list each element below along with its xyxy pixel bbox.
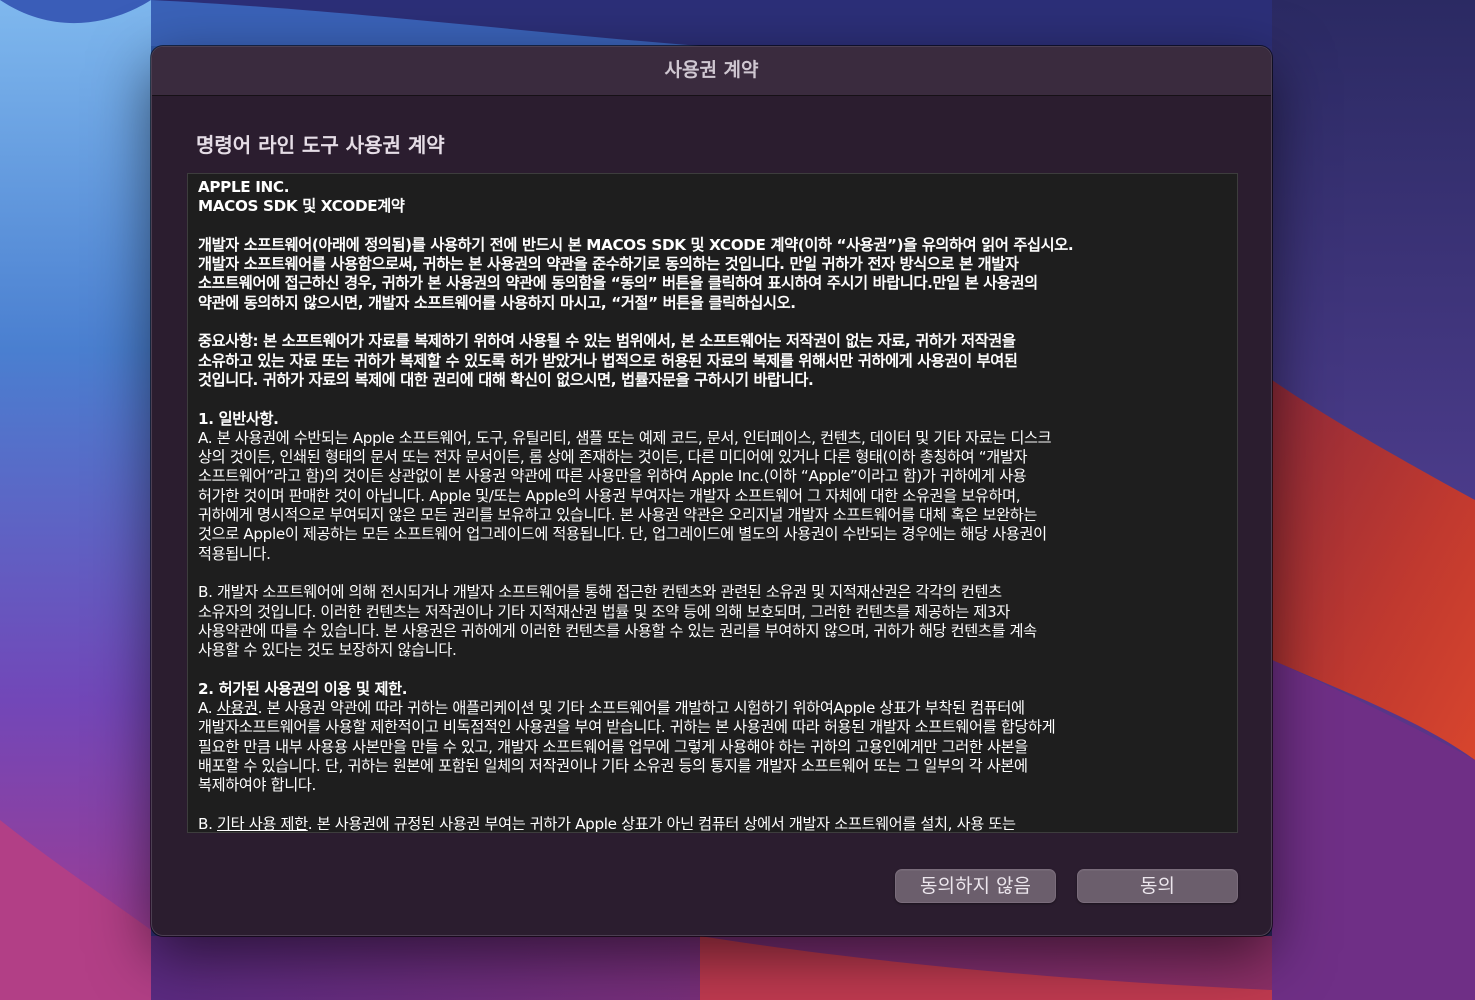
agreement-blank-line [198,217,1231,236]
agreement-line: 개발자소프트웨어를 사용할 제한적이고 비독점적인 사용권을 부여 받습니다. … [198,718,1056,737]
agreement-line: B. 개발자 소프트웨어에 의해 전시되거나 개발자 소프트웨어를 통해 접근한… [198,583,1002,602]
agreement-line: 상의 것이든, 인쇄된 형태의 문서 또는 전자 문서이든, 롬 상에 존재하는… [198,448,1028,467]
agreement-line: 소프트웨어”라고 함)의 것이든 상관없이 본 사용권 약관에 따른 사용만을 … [198,467,1027,486]
agreement-line: 복제하여야 합니다. [198,776,316,795]
agreement-blank-line [198,564,1231,583]
agreement-line-text: . 본 사용권에 규정된 사용권 부여는 귀하가 Apple 상표가 아닌 컴퓨… [307,814,1016,833]
license-agreement-window: 사용권 계약 명령어 라인 도구 사용권 계약 APPLE INC. MACOS … [151,46,1272,936]
agree-button[interactable]: 동의 [1077,869,1238,903]
agreement-blank-line [198,796,1231,815]
agreement-line: 것으로 Apple이 제공하는 모든 소프트웨어 업그레이드에 적용됩니다. 단… [198,525,1047,544]
agreement-section-title: 사용권 [216,699,258,718]
agreement-text-scrollview[interactable]: APPLE INC. MACOS SDK 및 XCODE계약개발자 소프트웨어(아… [187,173,1238,833]
agreement-line: 필요한 만큼 내부 사용용 사본만을 만들 수 있고, 개발자 소프트웨어를 업… [198,737,1028,756]
agreement-line: 허가한 것이며 판매한 것이 아닙니다. Apple 및/또는 Apple의 사… [198,486,1021,505]
scrollbar[interactable] [1228,180,1234,300]
agreement-line: 것입니다. 귀하가 자료의 복제에 대한 권리에 대해 확신이 없으시면, 법률… [198,370,814,389]
agreement-line: 약관에 동의하지 않으시면, 개발자 소프트웨어를 사용하지 마시고, “거절”… [198,293,796,312]
agreement-line: 2. 허가된 사용권의 이용 및 제한. [198,679,408,698]
agreement-line: 적용됩니다. [198,544,271,563]
agreement-line: 귀하에게 명시적으로 부여되지 않은 모든 권리를 보유하고 있습니다. 본 사… [198,506,1037,525]
agreement-line: A. 본 사용권에 수반되는 Apple 소프트웨어, 도구, 유틸리티, 샘플… [198,428,1052,447]
decline-button[interactable]: 동의하지 않음 [895,869,1056,903]
agreement-blank-line [198,660,1231,679]
agreement-line-prefix: A. [198,699,217,718]
agreement-line: 소유자의 것입니다. 이러한 컨텐츠는 저작권이나 기타 지적재산권 법률 및 … [198,602,1010,621]
agreement-line-text: . 본 사용권 약관에 따라 귀하는 애플리케이션 및 기타 소프트웨어를 개발… [257,699,1025,718]
agreement-line: 배포할 수 있습니다. 단, 귀하는 원본에 포함된 일체의 저작권이나 기타 … [198,756,1028,775]
agreement-line: 소프트웨어에 접근하신 경우, 귀하가 본 사용권의 약관에 동의함을 “동의”… [198,274,1038,293]
agreement-line: 1. 일반사항. [198,409,279,428]
agreement-line: 개발자 소프트웨어(아래에 정의됨)를 사용하기 전에 반드시 본 MACOS … [198,235,1074,254]
agreement-line: MACOS SDK 및 XCODE계약 [198,197,405,216]
agreement-line: 사용할 수 있다는 것도 보장하지 않습니다. [198,641,457,660]
agreement-section-title: 기타 사용 제한 [217,814,308,833]
agreement-line: APPLE INC. [198,178,290,196]
agreement-line: A. 사용권. 본 사용권 약관에 따라 귀하는 애플리케이션 및 기타 소프트… [198,699,1231,718]
agreement-line: 사용약관에 따를 수 있습니다. 본 사용권은 귀하에게 이러한 컨텐츠를 사용… [198,621,1037,640]
agreement-line: 소유하고 있는 자료 또는 귀하가 복제할 수 있도록 허가 받았거나 법적으로… [198,351,1018,370]
agreement-line: 개발자 소프트웨어를 사용함으로써, 귀하는 본 사용권의 약관을 준수하기로 … [198,255,1019,274]
agreement-blank-line [198,390,1231,409]
agreement-line: B. 기타 사용 제한. 본 사용권에 규정된 사용권 부여는 귀하가 Appl… [198,814,1231,833]
agreement-line-prefix: B. [198,814,218,833]
desktop-wallpaper: 사용권 계약 명령어 라인 도구 사용권 계약 APPLE INC. MACOS … [0,0,1475,1000]
agreement-line: 중요사항: 본 소프트웨어가 자료를 복제하기 위하여 사용될 수 있는 범위에… [198,332,1016,351]
window-title: 사용권 계약 [664,59,759,81]
agreement-text: APPLE INC. MACOS SDK 및 XCODE계약개발자 소프트웨어(아… [198,178,1231,833]
agreement-heading: 명령어 라인 도구 사용권 계약 [196,133,445,157]
window-titlebar[interactable]: 사용권 계약 [152,47,1271,96]
agreement-blank-line [198,313,1231,332]
